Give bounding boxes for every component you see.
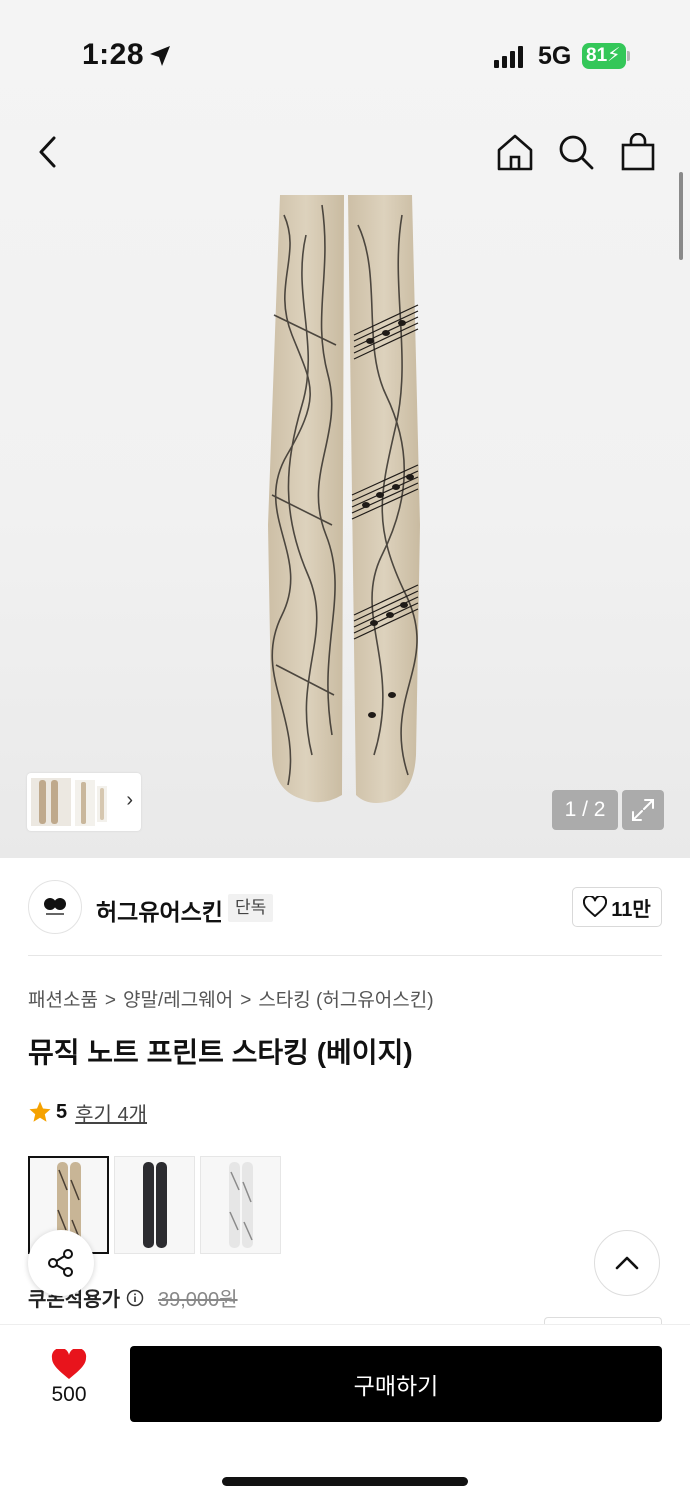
back-button[interactable] [20,120,76,184]
search-icon [559,135,594,170]
variant-image [228,1162,253,1248]
share-button[interactable] [28,1230,94,1296]
battery-icon: 81⚡ [582,43,630,69]
star-icon [29,1101,51,1122]
brand-like-count: 11만 [611,898,651,921]
search-button[interactable] [548,120,604,184]
home-indicator [222,1477,468,1486]
breadcrumb-item[interactable]: 패션소품 [28,990,98,1011]
rating-row: 5 후기 4개 [28,1097,147,1127]
chevron-right-icon: > [240,990,252,1011]
divider [28,955,662,956]
product-image[interactable] [262,195,430,807]
status-bar: 1:28 5G 81⚡ [0,0,690,110]
buy-button[interactable]: 구매하기 [130,1346,662,1422]
brand-logo-mark [44,898,66,915]
thumbnail-image [31,778,107,826]
expand-button[interactable] [622,790,664,830]
chevron-left-icon [39,136,56,168]
bottom-action-bar: 500 구매하기 [0,1324,690,1500]
scroll-indicator [679,172,683,260]
thumbnail-strip[interactable]: › [27,773,141,831]
location-arrow-icon [150,46,170,66]
brand-like-button[interactable]: 11만 [572,887,662,927]
home-icon [497,134,533,171]
breadcrumb-item[interactable]: 스타킹 (허그유어스킨) [258,990,433,1011]
expand-icon [632,799,654,821]
breadcrumb-item[interactable]: 양말/레그웨어 [123,990,233,1011]
heart-outline-icon [583,896,608,917]
product-title: 뮤직 노트 프린트 스타킹 (베이지) [28,1037,413,1068]
status-time: 1:28 [82,38,145,71]
battery-level: 81 [586,45,608,66]
rating-score: 5 [56,1100,68,1123]
breadcrumb: 패션소품 > 양말/레그웨어 > 스타킹 (허그유어스킨) [28,985,434,1012]
scroll-top-button[interactable] [594,1230,660,1296]
shopping-bag-icon [621,133,655,171]
network-type: 5G [538,42,572,70]
chevron-up-icon [615,1256,639,1270]
cellular-signal-icon [494,46,523,68]
heart-filled-icon [51,1349,87,1379]
image-counter: 1 / 2 [552,790,618,830]
top-nav [0,120,690,184]
variant-image [142,1162,167,1248]
review-link[interactable]: 후기 4개 [75,1098,147,1127]
exclusive-badge: 단독 [228,894,274,922]
cart-button[interactable] [610,120,666,184]
wishlist-count: 500 [51,1383,87,1406]
variant-white[interactable] [200,1156,281,1254]
info-icon[interactable] [126,1289,144,1307]
share-icon [48,1249,73,1277]
chevron-right-icon[interactable]: › [126,789,133,812]
product-gallery[interactable]: 1:28 5G 81⚡ › 1 / 2 [0,0,690,858]
wishlist-button[interactable]: 500 [40,1349,98,1419]
brand-name[interactable]: 허그유어스킨 [96,893,223,927]
chevron-right-icon: > [104,990,117,1011]
brand-logo[interactable] [28,880,82,934]
original-price: 39,000원 [158,1289,238,1311]
home-button[interactable] [487,120,543,184]
variant-black[interactable] [114,1156,195,1254]
brand-row: 허그유어스킨 단독 11만 [0,878,690,938]
